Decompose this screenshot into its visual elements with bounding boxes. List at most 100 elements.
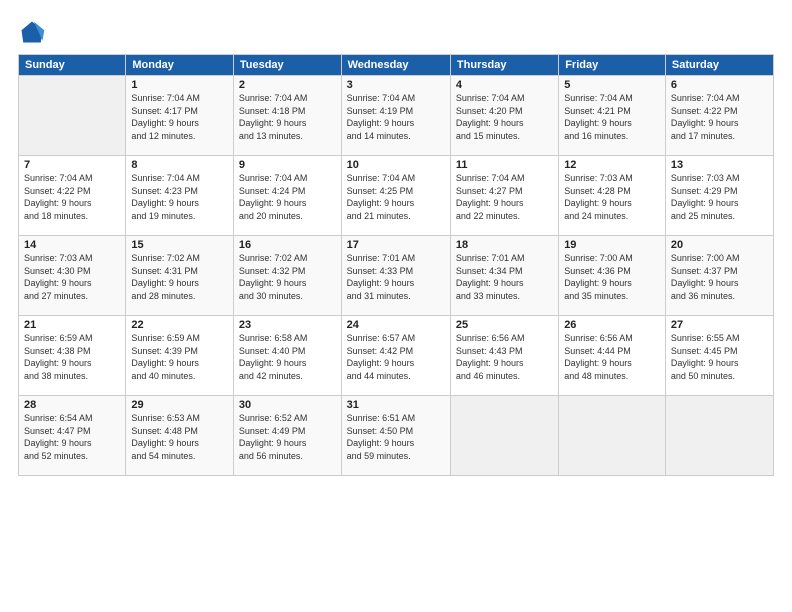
day-info: Sunrise: 7:03 AMSunset: 4:30 PMDaylight:… [24,252,120,302]
day-info: Sunrise: 7:04 AMSunset: 4:18 PMDaylight:… [239,92,336,142]
week-row-3: 21Sunrise: 6:59 AMSunset: 4:38 PMDayligh… [19,316,774,396]
day-info: Sunrise: 6:57 AMSunset: 4:42 PMDaylight:… [347,332,445,382]
day-info: Sunrise: 6:56 AMSunset: 4:43 PMDaylight:… [456,332,553,382]
day-header-tuesday: Tuesday [233,55,341,76]
day-info: Sunrise: 7:02 AMSunset: 4:32 PMDaylight:… [239,252,336,302]
calendar-cell: 20Sunrise: 7:00 AMSunset: 4:37 PMDayligh… [665,236,773,316]
day-info: Sunrise: 7:04 AMSunset: 4:23 PMDaylight:… [131,172,228,222]
calendar-cell: 19Sunrise: 7:00 AMSunset: 4:36 PMDayligh… [559,236,666,316]
calendar-cell: 27Sunrise: 6:55 AMSunset: 4:45 PMDayligh… [665,316,773,396]
day-info: Sunrise: 7:01 AMSunset: 4:34 PMDaylight:… [456,252,553,302]
day-info: Sunrise: 7:00 AMSunset: 4:36 PMDaylight:… [564,252,660,302]
calendar-cell: 2Sunrise: 7:04 AMSunset: 4:18 PMDaylight… [233,76,341,156]
days-header-row: SundayMondayTuesdayWednesdayThursdayFrid… [19,55,774,76]
day-number: 6 [671,79,768,91]
day-info: Sunrise: 7:04 AMSunset: 4:25 PMDaylight:… [347,172,445,222]
calendar-cell: 26Sunrise: 6:56 AMSunset: 4:44 PMDayligh… [559,316,666,396]
day-info: Sunrise: 6:54 AMSunset: 4:47 PMDaylight:… [24,412,120,462]
day-info: Sunrise: 7:04 AMSunset: 4:22 PMDaylight:… [24,172,120,222]
day-info: Sunrise: 6:53 AMSunset: 4:48 PMDaylight:… [131,412,228,462]
day-number: 17 [347,239,445,251]
day-number: 27 [671,319,768,331]
day-info: Sunrise: 7:04 AMSunset: 4:20 PMDaylight:… [456,92,553,142]
calendar-cell: 31Sunrise: 6:51 AMSunset: 4:50 PMDayligh… [341,396,450,476]
calendar-cell: 28Sunrise: 6:54 AMSunset: 4:47 PMDayligh… [19,396,126,476]
week-row-1: 7Sunrise: 7:04 AMSunset: 4:22 PMDaylight… [19,156,774,236]
day-number: 13 [671,159,768,171]
day-number: 11 [456,159,553,171]
logo [18,18,50,46]
day-number: 30 [239,399,336,411]
day-number: 2 [239,79,336,91]
calendar-cell: 1Sunrise: 7:04 AMSunset: 4:17 PMDaylight… [126,76,234,156]
calendar-cell: 16Sunrise: 7:02 AMSunset: 4:32 PMDayligh… [233,236,341,316]
day-number: 24 [347,319,445,331]
day-number: 31 [347,399,445,411]
calendar-header: SundayMondayTuesdayWednesdayThursdayFrid… [19,55,774,76]
calendar-cell: 25Sunrise: 6:56 AMSunset: 4:43 PMDayligh… [450,316,558,396]
header [18,18,774,46]
day-header-monday: Monday [126,55,234,76]
day-info: Sunrise: 6:52 AMSunset: 4:49 PMDaylight:… [239,412,336,462]
calendar-cell: 11Sunrise: 7:04 AMSunset: 4:27 PMDayligh… [450,156,558,236]
day-info: Sunrise: 6:59 AMSunset: 4:39 PMDaylight:… [131,332,228,382]
day-number: 10 [347,159,445,171]
calendar-table: SundayMondayTuesdayWednesdayThursdayFrid… [18,54,774,476]
day-number: 5 [564,79,660,91]
calendar-cell: 3Sunrise: 7:04 AMSunset: 4:19 PMDaylight… [341,76,450,156]
calendar-cell: 10Sunrise: 7:04 AMSunset: 4:25 PMDayligh… [341,156,450,236]
day-number: 12 [564,159,660,171]
day-info: Sunrise: 7:02 AMSunset: 4:31 PMDaylight:… [131,252,228,302]
day-header-wednesday: Wednesday [341,55,450,76]
day-info: Sunrise: 7:03 AMSunset: 4:28 PMDaylight:… [564,172,660,222]
calendar-cell: 14Sunrise: 7:03 AMSunset: 4:30 PMDayligh… [19,236,126,316]
day-info: Sunrise: 7:04 AMSunset: 4:27 PMDaylight:… [456,172,553,222]
day-number: 29 [131,399,228,411]
day-number: 9 [239,159,336,171]
day-header-sunday: Sunday [19,55,126,76]
day-info: Sunrise: 6:58 AMSunset: 4:40 PMDaylight:… [239,332,336,382]
day-info: Sunrise: 7:01 AMSunset: 4:33 PMDaylight:… [347,252,445,302]
day-number: 26 [564,319,660,331]
calendar-cell: 7Sunrise: 7:04 AMSunset: 4:22 PMDaylight… [19,156,126,236]
day-info: Sunrise: 7:04 AMSunset: 4:21 PMDaylight:… [564,92,660,142]
day-number: 15 [131,239,228,251]
day-header-friday: Friday [559,55,666,76]
day-number: 23 [239,319,336,331]
day-info: Sunrise: 7:04 AMSunset: 4:17 PMDaylight:… [131,92,228,142]
day-number: 4 [456,79,553,91]
calendar-cell: 12Sunrise: 7:03 AMSunset: 4:28 PMDayligh… [559,156,666,236]
day-number: 25 [456,319,553,331]
day-number: 28 [24,399,120,411]
day-number: 19 [564,239,660,251]
calendar-cell: 29Sunrise: 6:53 AMSunset: 4:48 PMDayligh… [126,396,234,476]
week-row-0: 1Sunrise: 7:04 AMSunset: 4:17 PMDaylight… [19,76,774,156]
day-info: Sunrise: 7:04 AMSunset: 4:22 PMDaylight:… [671,92,768,142]
calendar-cell: 13Sunrise: 7:03 AMSunset: 4:29 PMDayligh… [665,156,773,236]
calendar-cell [665,396,773,476]
calendar-cell: 9Sunrise: 7:04 AMSunset: 4:24 PMDaylight… [233,156,341,236]
day-info: Sunrise: 6:56 AMSunset: 4:44 PMDaylight:… [564,332,660,382]
day-info: Sunrise: 7:00 AMSunset: 4:37 PMDaylight:… [671,252,768,302]
day-header-saturday: Saturday [665,55,773,76]
calendar-cell [450,396,558,476]
calendar-cell: 23Sunrise: 6:58 AMSunset: 4:40 PMDayligh… [233,316,341,396]
day-header-thursday: Thursday [450,55,558,76]
day-info: Sunrise: 7:04 AMSunset: 4:19 PMDaylight:… [347,92,445,142]
calendar-cell: 5Sunrise: 7:04 AMSunset: 4:21 PMDaylight… [559,76,666,156]
calendar-cell: 21Sunrise: 6:59 AMSunset: 4:38 PMDayligh… [19,316,126,396]
day-number: 1 [131,79,228,91]
logo-icon [18,18,46,46]
calendar-cell: 8Sunrise: 7:04 AMSunset: 4:23 PMDaylight… [126,156,234,236]
calendar-cell: 4Sunrise: 7:04 AMSunset: 4:20 PMDaylight… [450,76,558,156]
day-info: Sunrise: 7:03 AMSunset: 4:29 PMDaylight:… [671,172,768,222]
day-number: 3 [347,79,445,91]
calendar-cell: 18Sunrise: 7:01 AMSunset: 4:34 PMDayligh… [450,236,558,316]
day-info: Sunrise: 7:04 AMSunset: 4:24 PMDaylight:… [239,172,336,222]
calendar-cell: 15Sunrise: 7:02 AMSunset: 4:31 PMDayligh… [126,236,234,316]
day-number: 20 [671,239,768,251]
week-row-4: 28Sunrise: 6:54 AMSunset: 4:47 PMDayligh… [19,396,774,476]
calendar-cell [559,396,666,476]
calendar-cell: 22Sunrise: 6:59 AMSunset: 4:39 PMDayligh… [126,316,234,396]
calendar-cell: 17Sunrise: 7:01 AMSunset: 4:33 PMDayligh… [341,236,450,316]
